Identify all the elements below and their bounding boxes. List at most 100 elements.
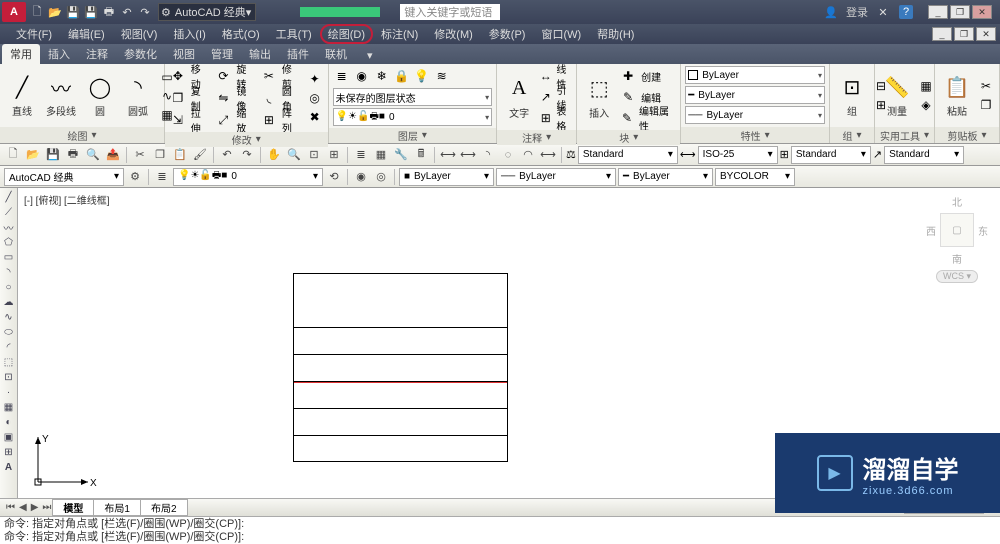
block-edit-icon[interactable]: ✎ bbox=[619, 88, 637, 106]
cube-face[interactable]: ▢ bbox=[940, 213, 974, 247]
util2-icon[interactable]: ◈ bbox=[917, 96, 935, 114]
layer-current-combo[interactable]: 💡☀🔓🖶■ 0▾ bbox=[333, 108, 493, 126]
tb-publish-icon[interactable]: 📤 bbox=[104, 146, 122, 164]
menu-edit[interactable]: 编辑(E) bbox=[60, 24, 113, 44]
tb-open-icon[interactable]: 📂 bbox=[24, 146, 42, 164]
vregion-icon[interactable]: ▣ bbox=[2, 430, 16, 444]
color-combo2[interactable]: ■ ByLayer▾ bbox=[399, 168, 494, 186]
explode-icon[interactable]: ✦ bbox=[306, 70, 324, 88]
group-button[interactable]: ⊡组 bbox=[834, 71, 870, 120]
tab-expand[interactable]: ▾ bbox=[359, 47, 381, 64]
tb-match-icon[interactable]: 🖌 bbox=[191, 146, 209, 164]
circle-button[interactable]: ◯圆 bbox=[82, 71, 118, 120]
layout-nav-first-icon[interactable]: ⏮ bbox=[4, 502, 17, 513]
layerprop-icon[interactable]: ≣ bbox=[333, 67, 351, 85]
app-maximize-icon[interactable]: ❐ bbox=[950, 5, 970, 19]
ws-settings-icon[interactable]: ⚙ bbox=[126, 168, 144, 186]
varc-icon[interactable]: ◝ bbox=[2, 265, 16, 279]
vxline-icon[interactable]: ⟋ bbox=[2, 205, 16, 219]
tb-preview-icon[interactable]: 🔍 bbox=[84, 146, 102, 164]
vpoint-icon[interactable]: · bbox=[2, 385, 16, 399]
tb-new-icon[interactable]: 🗋 bbox=[4, 146, 22, 164]
move-icon[interactable]: ✥ bbox=[169, 67, 187, 85]
layer-prev-icon[interactable]: ⟲ bbox=[325, 168, 343, 186]
layout-tab-model[interactable]: 模型 bbox=[52, 499, 94, 516]
layeroff-icon[interactable]: 💡 bbox=[413, 67, 431, 85]
workspace-combo[interactable]: ⚙ AutoCAD 经典▾ bbox=[158, 3, 256, 21]
tb-dim3-icon[interactable]: ◝ bbox=[479, 146, 497, 164]
menu-window[interactable]: 窗口(W) bbox=[533, 24, 589, 44]
tb-tool-icon[interactable]: 🔧 bbox=[392, 146, 410, 164]
tb-dim5-icon[interactable]: ◠ bbox=[519, 146, 537, 164]
block-insert-button[interactable]: ⬚插入 bbox=[581, 73, 617, 122]
app-logo[interactable]: A bbox=[2, 2, 26, 22]
tab-insert[interactable]: 插入 bbox=[40, 44, 78, 64]
tb-zoomw-icon[interactable]: ⊡ bbox=[305, 146, 323, 164]
vspline-icon[interactable]: ∿ bbox=[2, 310, 16, 324]
vtable-icon[interactable]: ⊞ bbox=[2, 445, 16, 459]
menu-help[interactable]: 帮助(H) bbox=[589, 24, 642, 44]
linetype-combo2[interactable]: ── ByLayer▾ bbox=[496, 168, 616, 186]
help-icon[interactable]: ? bbox=[899, 5, 913, 19]
menu-draw[interactable]: 绘图(D) bbox=[320, 24, 373, 44]
tb-calc-icon[interactable]: 🖩 bbox=[412, 146, 430, 164]
menu-view[interactable]: 视图(V) bbox=[113, 24, 166, 44]
menu-parametric[interactable]: 参数(P) bbox=[481, 24, 534, 44]
stretch-icon[interactable]: ⇲ bbox=[169, 111, 187, 129]
layermatch-icon[interactable]: ≋ bbox=[433, 67, 451, 85]
util1-icon[interactable]: ▦ bbox=[917, 77, 935, 95]
lineweight-combo[interactable]: ━ ByLayer▾ bbox=[685, 86, 825, 104]
menu-insert[interactable]: 插入(I) bbox=[165, 24, 213, 44]
tb-zoomp-icon[interactable]: ⊞ bbox=[325, 146, 343, 164]
menu-format[interactable]: 格式(O) bbox=[214, 24, 268, 44]
vellarc-icon[interactable]: ◜ bbox=[2, 340, 16, 354]
tb-dim4-icon[interactable]: ◌ bbox=[499, 146, 517, 164]
signin-icon[interactable]: 👤 bbox=[823, 4, 839, 20]
save-icon[interactable]: 💾 bbox=[65, 4, 81, 20]
copy-icon[interactable]: ❐ bbox=[169, 89, 187, 107]
doc-maximize-icon[interactable]: ❐ bbox=[954, 27, 974, 41]
tab-annotate[interactable]: 注释 bbox=[78, 44, 116, 64]
layerlck-icon[interactable]: 🔒 bbox=[393, 67, 411, 85]
measure-button[interactable]: 📏测量 bbox=[879, 71, 915, 120]
app-minimize-icon[interactable]: _ bbox=[928, 5, 948, 19]
tb-pan-icon[interactable]: ✋ bbox=[265, 146, 283, 164]
exchange-icon[interactable]: ✕ bbox=[875, 4, 891, 20]
doc-close-icon[interactable]: ✕ bbox=[976, 27, 996, 41]
workspace-combo2[interactable]: AutoCAD 经典▾ bbox=[4, 168, 124, 186]
vcircle-icon[interactable]: ○ bbox=[2, 280, 16, 294]
vmtext-icon[interactable]: A bbox=[2, 460, 16, 474]
rotate-icon[interactable]: ⟳ bbox=[215, 67, 233, 85]
vellipse-icon[interactable]: ⬭ bbox=[2, 325, 16, 339]
wcs-badge[interactable]: WCS ▾ bbox=[936, 270, 978, 283]
layer-uniso-icon[interactable]: ◎ bbox=[372, 168, 390, 186]
mleaderstyle-combo[interactable]: Standard▾ bbox=[884, 146, 964, 164]
block-attr-icon[interactable]: ✎ bbox=[619, 109, 635, 127]
tb-copy-icon[interactable]: ❐ bbox=[151, 146, 169, 164]
layout-tab-2[interactable]: 布局2 bbox=[140, 499, 188, 516]
dimstyle-combo[interactable]: ISO-25▾ bbox=[698, 146, 778, 164]
trim-icon[interactable]: ✂ bbox=[260, 67, 278, 85]
layer-mgr-icon[interactable]: ≣ bbox=[153, 168, 171, 186]
erase-icon[interactable]: ✖ bbox=[306, 108, 324, 126]
tb-plot-icon[interactable]: 🖶 bbox=[64, 146, 82, 164]
leader-icon[interactable]: ↗ bbox=[539, 88, 552, 106]
table-icon[interactable]: ⊞ bbox=[539, 109, 552, 127]
layerfrz-icon[interactable]: ❄ bbox=[373, 67, 391, 85]
vline-icon[interactable]: ╱ bbox=[2, 190, 16, 204]
layout-nav-next-icon[interactable]: ▶ bbox=[29, 502, 41, 513]
layeriso-icon[interactable]: ◉ bbox=[353, 67, 371, 85]
plotstyle-combo[interactable]: BYCOLOR▾ bbox=[715, 168, 795, 186]
tb-save-icon[interactable]: 💾 bbox=[44, 146, 62, 164]
saveas-icon[interactable]: 💾 bbox=[83, 4, 99, 20]
vgradient-icon[interactable]: ◐ bbox=[2, 415, 16, 429]
tb-dim1-icon[interactable]: ⟷ bbox=[439, 146, 457, 164]
app-close-icon[interactable]: ✕ bbox=[972, 5, 992, 19]
tb-cut-icon[interactable]: ✂ bbox=[131, 146, 149, 164]
plot-icon[interactable]: 🖶 bbox=[101, 4, 117, 20]
copyclip-icon[interactable]: ❐ bbox=[977, 96, 995, 114]
textstyle-combo[interactable]: Standard▾ bbox=[578, 146, 678, 164]
scale-icon[interactable]: ⤢ bbox=[215, 111, 233, 129]
help-search[interactable]: 键入关键字或短语 bbox=[400, 4, 500, 20]
lineweight-combo2[interactable]: ━ ByLayer▾ bbox=[618, 168, 713, 186]
